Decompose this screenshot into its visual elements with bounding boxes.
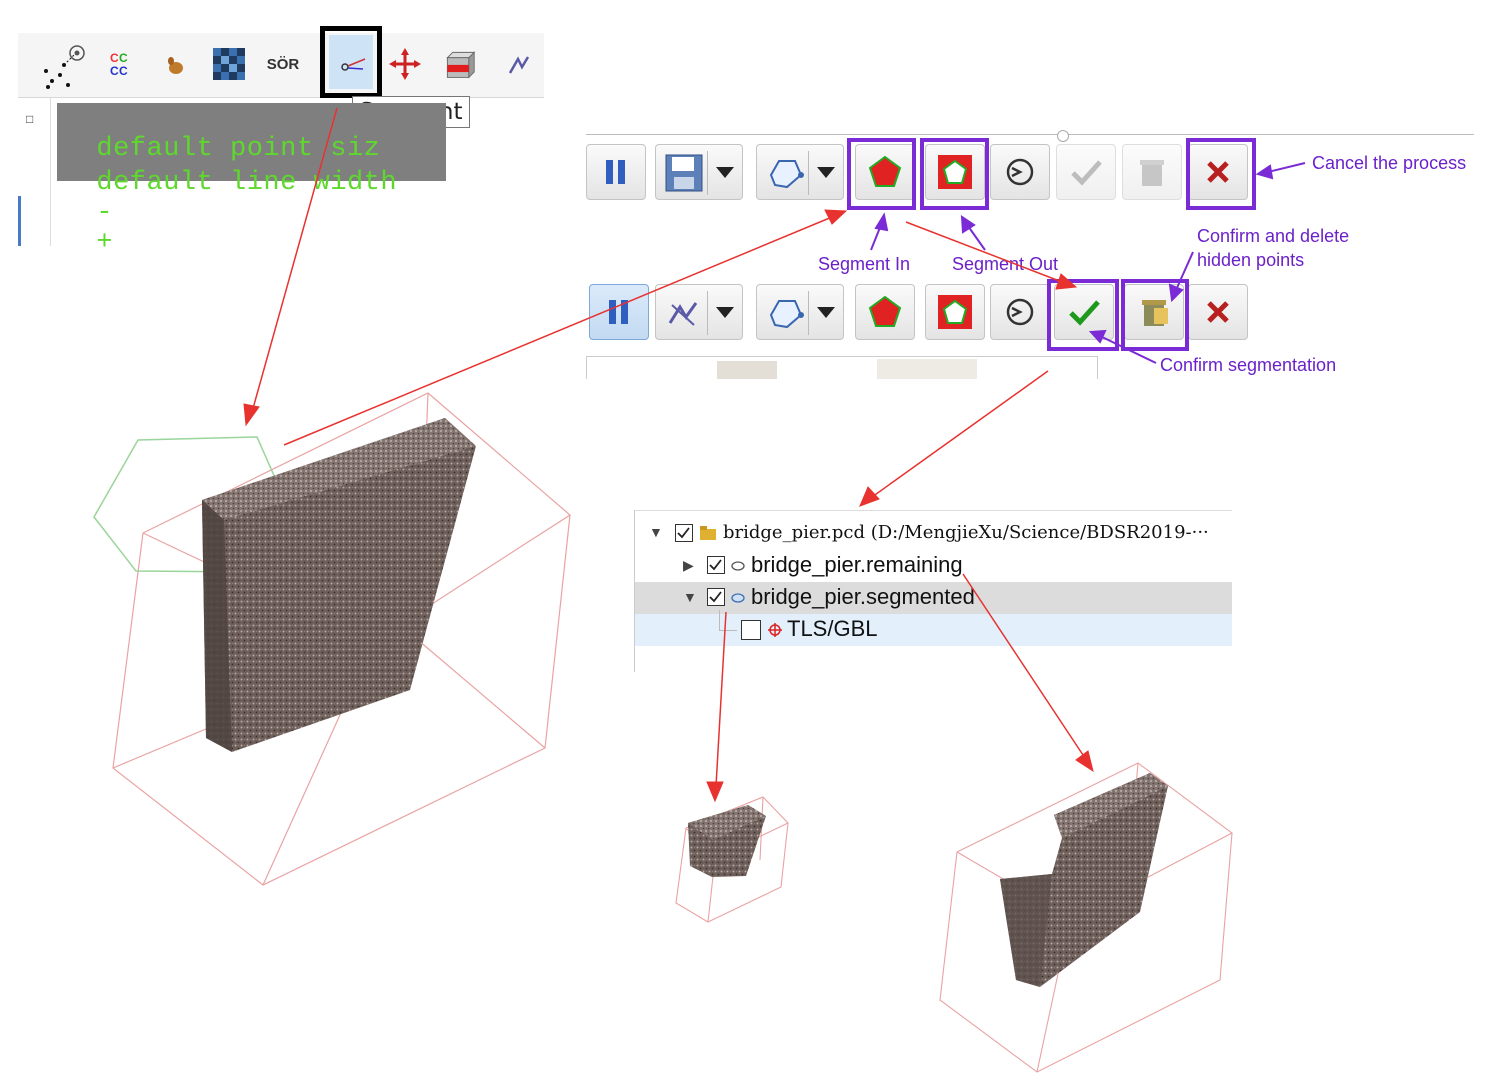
cross-section-icon[interactable] xyxy=(442,47,476,81)
root-checkbox[interactable] xyxy=(675,524,693,542)
svg-text:C: C xyxy=(110,51,119,65)
highlight-cancel xyxy=(1186,138,1256,210)
label-confirm-delete-1: Confirm and delete xyxy=(1197,226,1350,246)
selection-polygon xyxy=(93,436,299,573)
toolbar-top-border xyxy=(586,134,1474,135)
db-tree: ▼ bridge_pier.pcd (D:/MengjieXu/Science/… xyxy=(634,510,1232,672)
reset-button[interactable] xyxy=(990,144,1050,200)
segmented-checkbox[interactable] xyxy=(707,588,725,606)
pier-body xyxy=(202,418,476,752)
translate-icon[interactable] xyxy=(388,47,422,81)
svg-text:C: C xyxy=(119,64,128,78)
label-confirm-delete-2: hidden points xyxy=(1197,250,1305,270)
remaining-checkbox[interactable] xyxy=(707,556,725,574)
highlight-segment-out xyxy=(920,138,989,210)
polygon-select-icon xyxy=(769,160,804,189)
tree-row-root[interactable]: ▼ bridge_pier.pcd (D:/MengjieXu/Science/… xyxy=(635,518,1232,550)
tree-row-segmented[interactable]: ▼ bridge_pier.segmented xyxy=(635,582,1232,614)
tls-checkbox[interactable] xyxy=(741,620,761,640)
reset-icon xyxy=(1006,158,1034,186)
cancel-button-2[interactable] xyxy=(1188,284,1248,340)
sor-filter-icon[interactable]: SÖR xyxy=(266,47,300,81)
tree-tls-label: TLS/GBL xyxy=(787,616,878,641)
confirm-button-disabled[interactable] xyxy=(1056,144,1116,200)
highlight-confirm xyxy=(1047,279,1119,351)
save-icon xyxy=(665,154,703,192)
trash-icon xyxy=(1140,160,1164,186)
label-segment-out: Segment Out xyxy=(952,254,1059,274)
reset-icon-2 xyxy=(1006,298,1034,326)
cloud-icon xyxy=(731,559,745,577)
pier-full-view xyxy=(93,392,572,886)
label-cancel-process: Cancel the process xyxy=(1312,153,1467,173)
tree-row-remaining[interactable]: ▶ bridge_pier.remaining xyxy=(635,550,1232,582)
panel-edge xyxy=(18,196,21,246)
expand-remaining-icon[interactable]: ▶ xyxy=(683,557,694,574)
pier-top-face xyxy=(202,418,476,520)
float-window-icon[interactable]: □ xyxy=(26,112,33,126)
highlight-confirm-delete xyxy=(1121,279,1189,351)
viewport-fragment xyxy=(586,356,1098,379)
tree-row-tls[interactable]: TLS/GBL xyxy=(635,610,1232,646)
bunny-icon[interactable] xyxy=(158,47,192,81)
pier-segmented-view xyxy=(675,796,789,923)
main-toolbar: C C C C SÖR xyxy=(18,33,544,98)
expand-segmented-icon[interactable]: ▼ xyxy=(683,589,697,605)
tree-root-label: bridge_pier.pcd (D:/MengjieXu/Science/BD… xyxy=(723,522,1209,543)
confirm-delete-button-disabled[interactable] xyxy=(1122,144,1182,200)
bbox-large xyxy=(112,392,572,886)
splitter-handle[interactable] xyxy=(1057,130,1069,142)
pause-button-pressed[interactable] xyxy=(589,284,649,340)
folder-icon xyxy=(699,525,717,546)
pick-tool-icon xyxy=(668,302,698,326)
tree-segmented-label: bridge_pier.segmented xyxy=(751,584,975,609)
checker-icon[interactable] xyxy=(212,47,246,81)
segment-out-icon-2 xyxy=(938,295,972,329)
pause-button[interactable] xyxy=(586,144,646,200)
increase-line-width[interactable]: + xyxy=(96,228,113,258)
highlight-segment-in xyxy=(847,138,916,210)
point-cloud-icon[interactable] xyxy=(40,41,90,91)
sensor-icon xyxy=(767,622,783,643)
segment-button[interactable] xyxy=(320,26,382,98)
cc-compare-icon[interactable]: C C C C xyxy=(102,47,136,81)
polygon-select-icon-2 xyxy=(769,300,804,329)
pier-remaining-view xyxy=(939,762,1234,1073)
segment-out-button-2[interactable] xyxy=(925,284,985,340)
pick-icon[interactable] xyxy=(502,47,536,81)
pick-dropdown[interactable] xyxy=(655,284,743,340)
overlay-line2: default line width xyxy=(96,168,398,198)
segment-in-icon-2 xyxy=(868,295,902,327)
reset-button-2[interactable] xyxy=(990,284,1050,340)
polyline-dropdown-2[interactable] xyxy=(756,284,844,340)
polyline-dropdown[interactable] xyxy=(756,144,844,200)
segment-scissors-icon xyxy=(339,55,369,80)
export-dropdown[interactable] xyxy=(655,144,743,200)
expand-root-icon[interactable]: ▼ xyxy=(649,524,663,540)
cloud-icon-selected xyxy=(731,591,745,609)
svg-text:C: C xyxy=(110,64,119,78)
svg-text:C: C xyxy=(119,51,128,65)
label-segment-in: Segment In xyxy=(818,254,911,274)
sor-label: SÖR xyxy=(266,55,300,73)
tree-remaining-label: bridge_pier.remaining xyxy=(751,552,963,577)
label-confirm-segmentation: Confirm segmentation xyxy=(1160,355,1337,375)
side-panel: □ xyxy=(18,98,51,246)
overlay-line-width: default line width - + xyxy=(63,138,397,258)
decrease-line-width[interactable]: - xyxy=(96,198,113,228)
check-icon xyxy=(1071,160,1102,186)
cancel-icon-2 xyxy=(1207,301,1229,323)
segment-in-button-2[interactable] xyxy=(855,284,915,340)
